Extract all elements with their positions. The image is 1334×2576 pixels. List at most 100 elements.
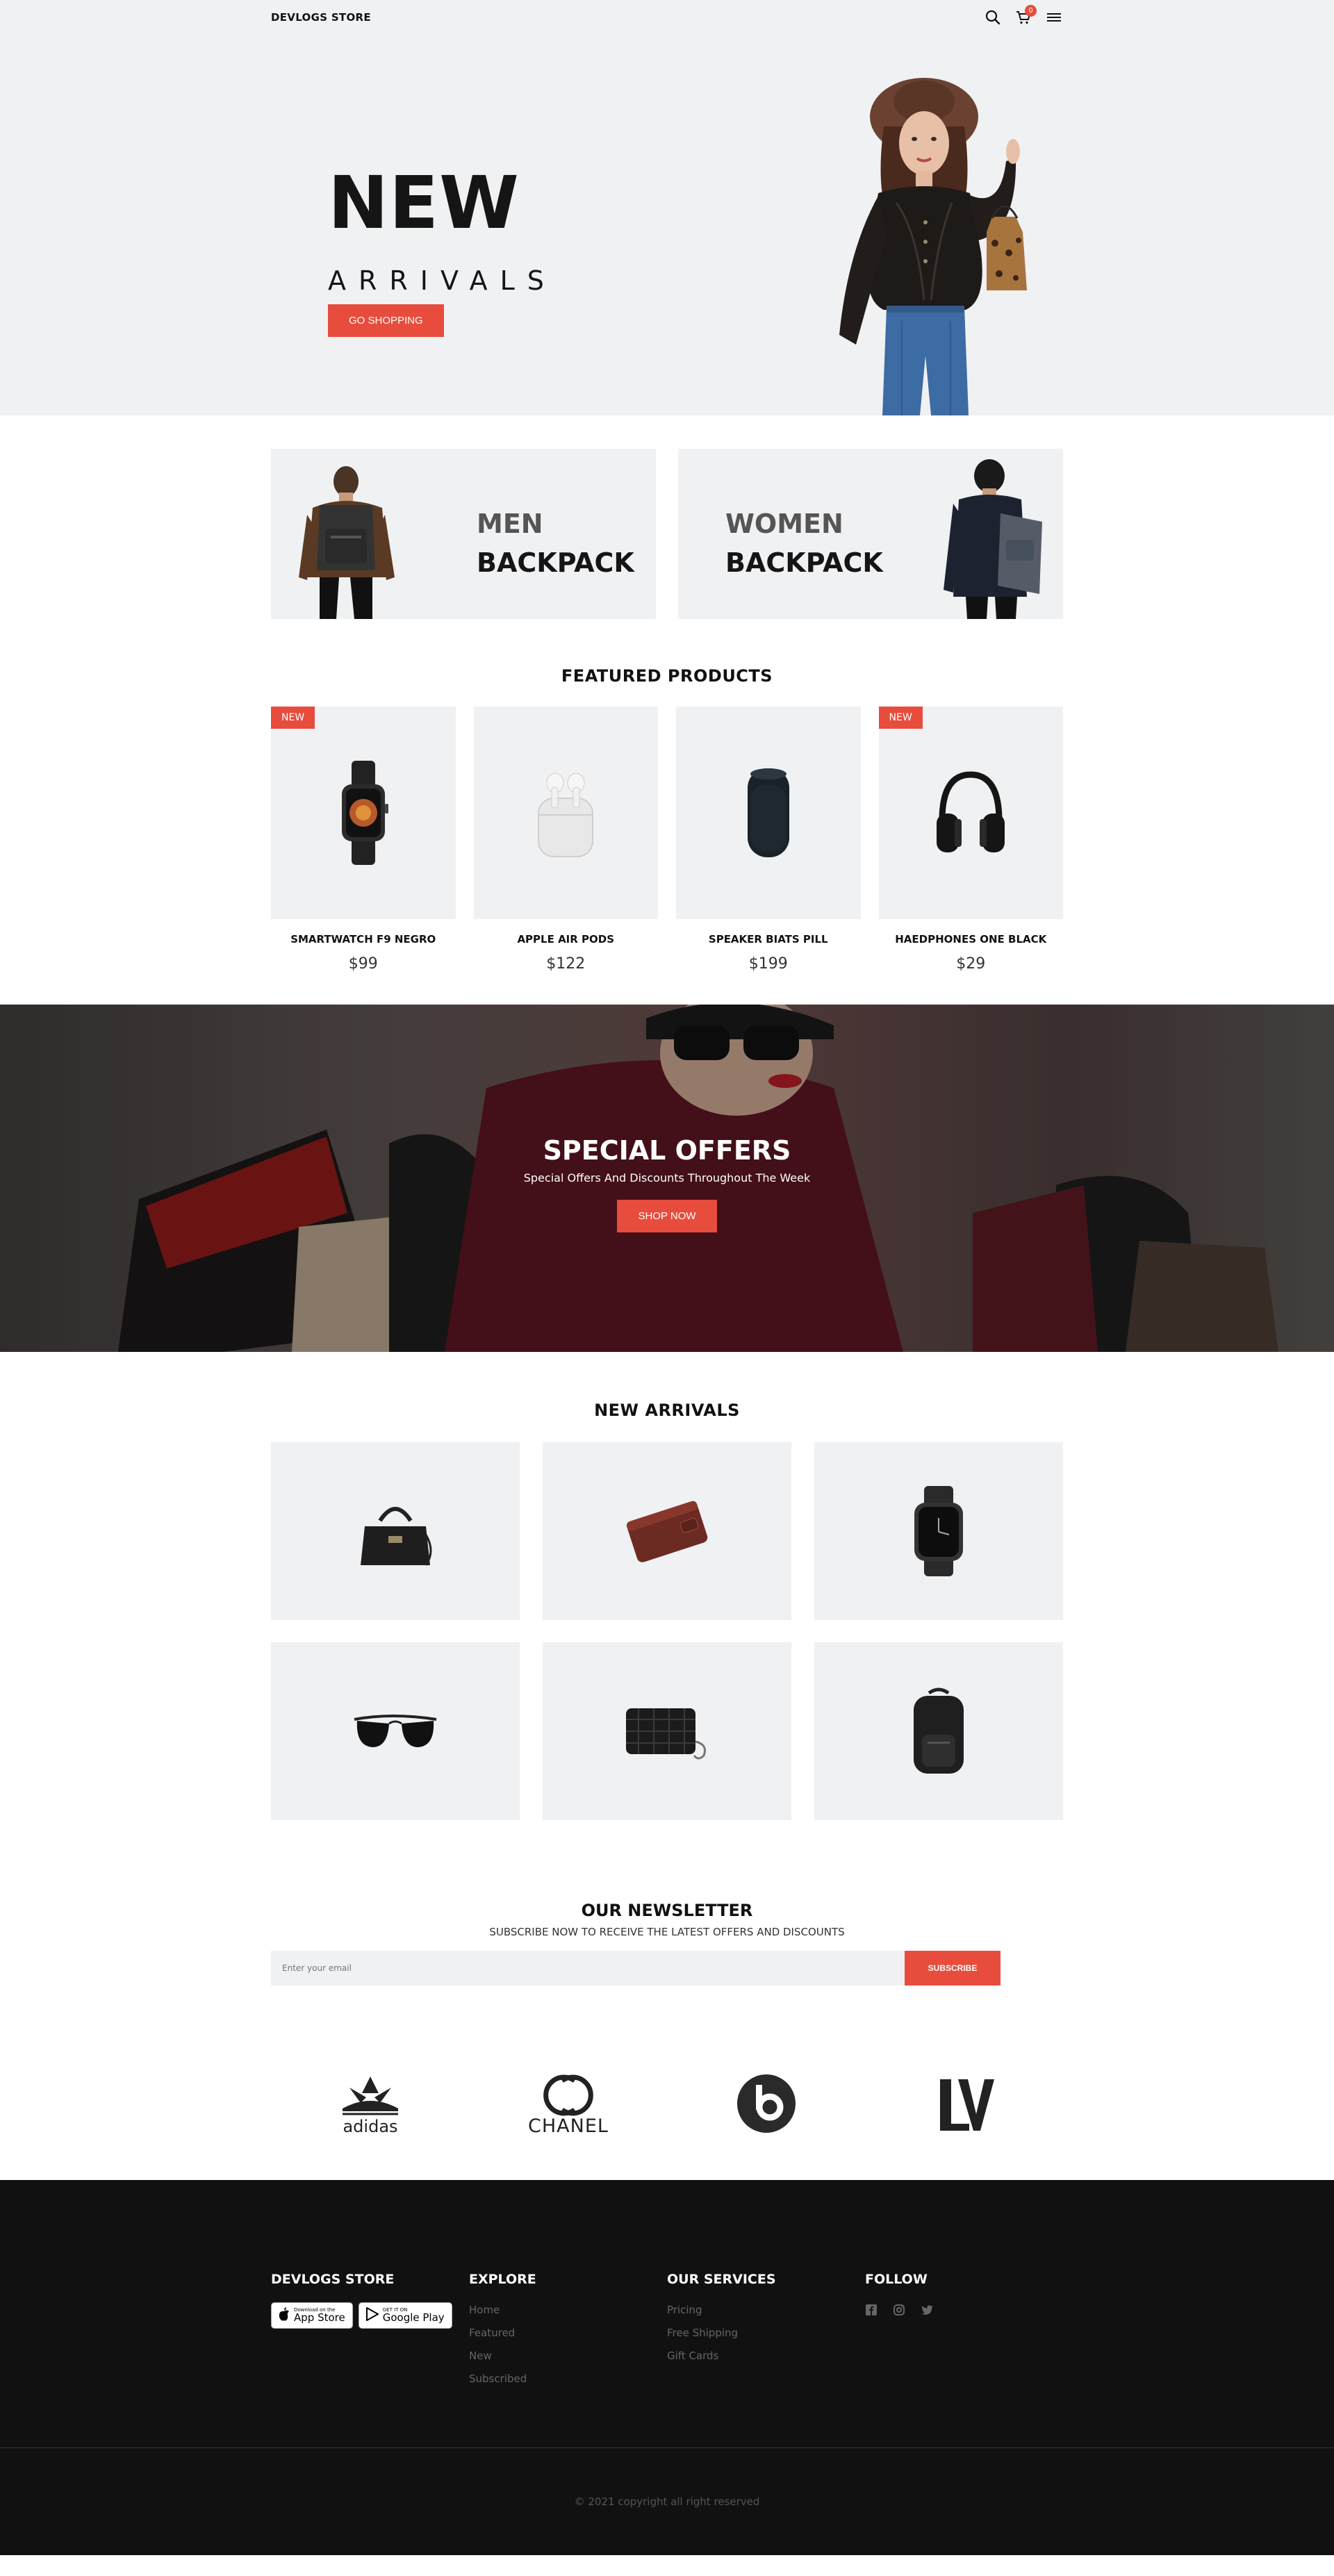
apple-icon — [279, 2307, 290, 2324]
cart-icon[interactable]: 0 — [1014, 5, 1037, 26]
men-backpack-label: BACKPACK — [477, 547, 634, 578]
facebook-icon[interactable] — [865, 2304, 878, 2316]
handbag-image — [361, 1507, 432, 1566]
airpods-image — [538, 773, 594, 857]
site-header: DEVLOGS STORE 0 — [0, 0, 1334, 35]
hero-text: NEW ARRIVALS GO SHOPPING — [328, 167, 557, 337]
smartwatch-black-image — [914, 1486, 963, 1576]
footer-link-home[interactable]: Home — [469, 2304, 667, 2316]
arrival-item-quilted-clutch[interactable] — [543, 1642, 791, 1820]
footer-explore-title: EXPLORE — [469, 2272, 536, 2287]
women-backpack-banner[interactable]: WOMEN BACKPACK — [678, 449, 1063, 619]
app-store-text: App Store — [294, 2311, 345, 2324]
app-store-badge[interactable]: Download on the App Store — [271, 2302, 353, 2329]
copyright-text: © 2021 copyright all right reserved — [574, 2495, 760, 2508]
backpack-image — [914, 1687, 964, 1774]
hero-subtitle: ARRIVALS — [328, 265, 557, 296]
featured-title: FEATURED PRODUCTS — [561, 666, 773, 686]
product-price: $199 — [748, 955, 788, 973]
footer-link-featured[interactable]: Featured — [469, 2327, 667, 2339]
footer-services-title: OUR SERVICES — [667, 2272, 776, 2287]
footer-col-follow: FOLLOW — [865, 2272, 1063, 2395]
footer-link-subscribed[interactable]: Subscribed — [469, 2372, 667, 2385]
instagram-icon[interactable] — [893, 2304, 905, 2316]
product-image-box — [676, 707, 861, 919]
shop-now-button[interactable]: SHOP NOW — [617, 1200, 717, 1232]
header-icons: 0 — [984, 5, 1063, 26]
footer-col-services: OUR SERVICES Pricing Free Shipping Gift … — [667, 2272, 865, 2395]
men-backpack-banner[interactable]: MEN BACKPACK — [271, 449, 656, 619]
brand-logo[interactable]: DEVLOGS STORE — [271, 11, 371, 24]
man-with-backpack-image — [299, 466, 395, 619]
product-card[interactable]: SPEAKER BIATS PILL $199 — [676, 707, 861, 973]
new-badge: NEW — [271, 707, 315, 729]
featured-products-section: FEATURED PRODUCTS NEW SMARTWATCH F9 NEGR… — [0, 619, 1334, 973]
subscribe-button[interactable]: SUBSCRIBE — [905, 1951, 1000, 1985]
woman-with-backpack-image — [944, 459, 1042, 619]
quilted-clutch-image — [626, 1708, 706, 1760]
new-badge: NEW — [878, 707, 923, 729]
product-price: $122 — [546, 955, 586, 973]
product-price: $99 — [348, 955, 378, 973]
product-card[interactable]: NEW HAEDPHONES ONE BLACK $29 — [878, 707, 1063, 973]
backpack-banners: MEN BACKPACK WOMEN BACKPACK — [0, 415, 1334, 619]
cart-count-badge: 0 — [1025, 5, 1037, 17]
footer-store-title: DEVLOGS STORE — [271, 2272, 395, 2287]
arrival-item-backpack[interactable] — [814, 1642, 1063, 1820]
hero-banner: NEW ARRIVALS GO SHOPPING — [0, 35, 1334, 415]
special-offers-banner: SPECIAL OFFERS Special Offers And Discou… — [0, 1005, 1334, 1352]
product-name: HAEDPHONES ONE BLACK — [895, 933, 1047, 946]
men-label: MEN — [477, 509, 543, 539]
arrival-item-sunglasses[interactable] — [271, 1642, 520, 1820]
svg-text:adidas: adidas — [343, 2117, 397, 2135]
newsletter-title: OUR NEWSLETTER — [581, 1901, 753, 1920]
menu-icon[interactable] — [1045, 8, 1063, 26]
footer-link-new[interactable]: New — [469, 2350, 667, 2362]
product-card[interactable]: APPLE AIR PODS $122 — [473, 707, 658, 973]
footer-col-explore: EXPLORE Home Featured New Subscribed — [469, 2272, 667, 2395]
google-play-icon — [365, 2307, 379, 2324]
chanel-logo[interactable]: CHANEL — [520, 2070, 617, 2137]
women-label: WOMEN — [725, 509, 843, 539]
sunglasses-image — [354, 1715, 437, 1747]
arrival-item-smartwatch[interactable] — [814, 1442, 1063, 1620]
smartwatch-image — [341, 761, 388, 865]
footer-link-gift-cards[interactable]: Gift Cards — [667, 2350, 865, 2362]
speaker-image — [747, 768, 789, 857]
product-image-box — [473, 707, 658, 919]
product-image-box: NEW — [878, 707, 1063, 919]
product-name: APPLE AIR PODS — [517, 933, 615, 946]
new-arrivals-title: NEW ARRIVALS — [594, 1401, 740, 1420]
footer-link-pricing[interactable]: Pricing — [667, 2304, 865, 2316]
google-play-text: Google Play — [382, 2311, 445, 2324]
wallet-image — [626, 1501, 708, 1562]
arrival-item-wallet[interactable] — [543, 1442, 791, 1620]
email-input[interactable] — [271, 1951, 905, 1985]
beats-logo[interactable] — [718, 2070, 815, 2137]
new-arrivals-section: NEW ARRIVALS — [0, 1352, 1334, 1820]
product-image-box: NEW — [271, 707, 456, 919]
headphones-image — [937, 771, 1005, 852]
footer-link-free-shipping[interactable]: Free Shipping — [667, 2327, 865, 2339]
product-name: SPEAKER BIATS PILL — [708, 933, 828, 946]
footer-follow-title: FOLLOW — [865, 2272, 928, 2287]
newsletter-form: SUBSCRIBE — [271, 1951, 1000, 1985]
product-price: $29 — [956, 955, 986, 973]
brand-logos: adidas CHANEL — [0, 1985, 1334, 2180]
offers-title: SPECIAL OFFERS — [543, 1135, 791, 1166]
louis-vuitton-logo[interactable] — [916, 2070, 1013, 2137]
adidas-logo[interactable]: adidas — [322, 2070, 419, 2137]
product-card[interactable]: NEW SMARTWATCH F9 NEGRO $99 — [271, 707, 456, 973]
newsletter-subtitle: SUBSCRIBE NOW TO RECEIVE THE LATEST OFFE… — [489, 1926, 845, 1938]
footer-col-store: DEVLOGS STORE Download on the App Store — [271, 2272, 469, 2395]
twitter-icon[interactable] — [921, 2304, 933, 2316]
go-shopping-button[interactable]: GO SHOPPING — [328, 304, 444, 337]
hero-model-image — [839, 78, 1027, 415]
search-icon[interactable] — [984, 8, 1002, 26]
svg-text:CHANEL: CHANEL — [528, 2115, 609, 2135]
google-play-badge[interactable]: GET IT ON Google Play — [358, 2302, 452, 2329]
newsletter-section: OUR NEWSLETTER SUBSCRIBE NOW TO RECEIVE … — [0, 1820, 1334, 1985]
arrival-item-handbag[interactable] — [271, 1442, 520, 1620]
women-backpack-label: BACKPACK — [725, 547, 883, 578]
site-footer: DEVLOGS STORE Download on the App Store — [0, 2180, 1334, 2555]
